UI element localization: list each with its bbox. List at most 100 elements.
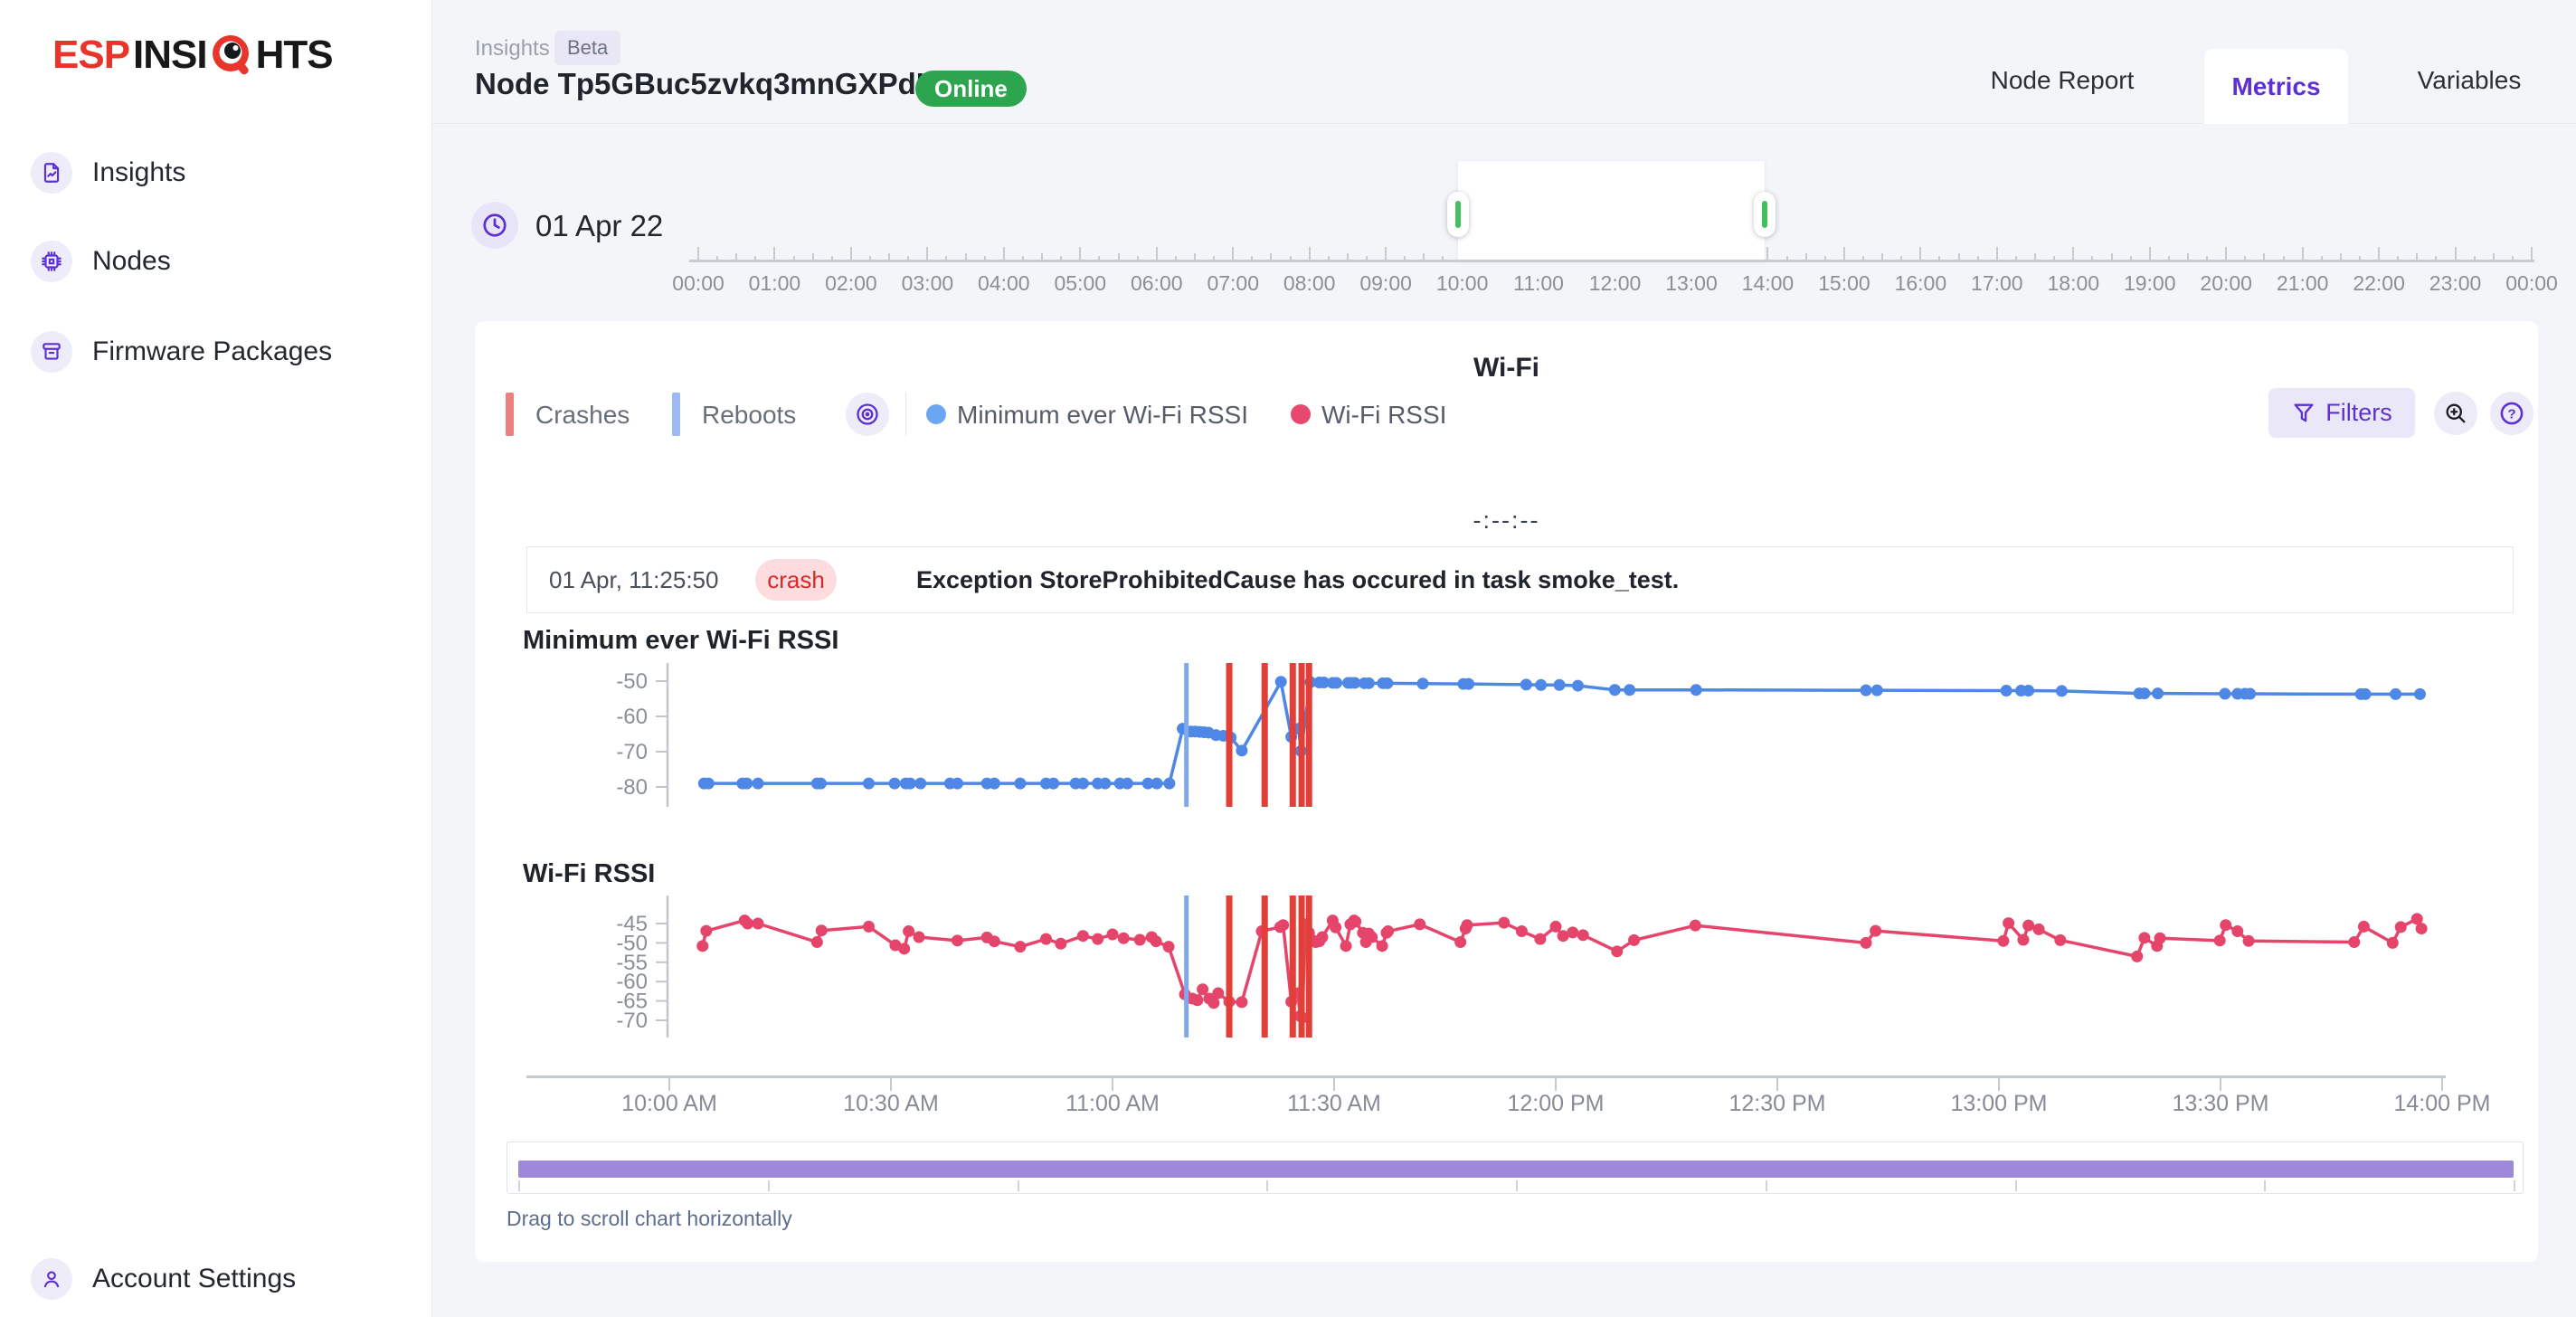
data-point	[1122, 778, 1133, 790]
status-badge: Online	[915, 71, 1027, 107]
scrollbar-tick	[1516, 1180, 1518, 1191]
x-axis-tick	[1333, 1078, 1335, 1091]
data-point	[1163, 941, 1175, 952]
sidebar-item-label: Nodes	[92, 246, 171, 277]
timeline-hour-tick	[2378, 247, 2380, 261]
y-tick-label: -50	[616, 669, 648, 694]
timeline-hour-tick	[773, 247, 775, 261]
app-logo[interactable]: ESP INSI HTS	[52, 33, 333, 78]
data-point	[1535, 679, 1547, 691]
data-point	[1534, 933, 1546, 945]
data-point	[1624, 684, 1635, 696]
data-point	[989, 935, 1000, 947]
funnel-icon	[2291, 401, 2316, 426]
timeline-selection-brush[interactable]	[1458, 161, 1765, 261]
data-point	[2017, 933, 2029, 945]
data-point	[1077, 930, 1089, 942]
timeline-hour-label: 11:00	[1498, 271, 1579, 296]
data-point	[2360, 688, 2372, 700]
tab-node-report[interactable]: Node Report	[1972, 62, 2153, 99]
x-axis-tick	[2441, 1078, 2443, 1091]
zoom-in-button[interactable]	[2434, 392, 2477, 435]
chart-scrollbar-track[interactable]	[507, 1142, 2524, 1194]
data-point	[1277, 919, 1289, 931]
legend-reboots[interactable]: Reboots	[702, 401, 796, 430]
timeline-hour-tick	[1156, 247, 1158, 261]
data-point	[2138, 687, 2150, 699]
data-point	[1417, 677, 1429, 689]
data-point	[1014, 941, 1026, 952]
brush-handle-right[interactable]	[1754, 192, 1776, 237]
brush-handle-grip	[1455, 201, 1461, 228]
toggle-events-visibility-button[interactable]	[846, 393, 889, 436]
data-point	[1462, 919, 1473, 931]
legend-series-rssi[interactable]: Wi-Fi RSSI	[1321, 401, 1446, 430]
x-axis-tick	[890, 1078, 892, 1091]
data-point	[2003, 917, 2014, 929]
data-point	[2056, 685, 2068, 696]
data-point	[1014, 778, 1026, 790]
person-icon	[31, 1258, 72, 1300]
timeline-hour-tick	[2149, 247, 2151, 261]
scrollbar-tick	[2264, 1180, 2266, 1191]
timeline-hour-label: 17:00	[1956, 271, 2038, 296]
brush-handle-left[interactable]	[1447, 192, 1469, 237]
timeline-hour-label: 00:00	[2491, 271, 2572, 296]
data-point	[1151, 778, 1163, 790]
x-axis-tick	[1776, 1078, 1778, 1091]
timeline-hour-label: 00:00	[658, 271, 739, 296]
legend-series-min-rssi[interactable]: Minimum ever Wi-Fi RSSI	[957, 401, 1248, 430]
breadcrumb[interactable]: Insights	[475, 36, 550, 62]
tab-variables[interactable]: Variables	[2388, 62, 2551, 99]
scrollbar-tick	[768, 1180, 770, 1191]
series-dot-rssi	[1291, 404, 1311, 424]
sidebar-item-account-settings[interactable]: Account Settings	[31, 1257, 296, 1301]
timeline-hour-label: 21:00	[2262, 271, 2344, 296]
timeline-hour-tick	[1766, 247, 1768, 261]
sidebar-item-firmware-packages[interactable]: Firmware Packages	[31, 330, 332, 374]
data-point	[1236, 744, 1247, 756]
data-point	[1454, 936, 1466, 948]
data-point	[2219, 688, 2230, 700]
x-axis-label: 14:00 PM	[2379, 1091, 2505, 1117]
data-point	[1363, 677, 1375, 689]
timeline-hour-label: 08:00	[1269, 271, 1350, 296]
chart-scrollbar-thumb[interactable]	[518, 1161, 2514, 1178]
data-point	[815, 778, 827, 790]
data-point	[1997, 935, 2009, 947]
x-axis-tick	[668, 1078, 670, 1091]
tab-metrics[interactable]: Metrics	[2204, 49, 2348, 124]
data-point	[2387, 937, 2399, 949]
timeline-hour-label: 19:00	[2109, 271, 2191, 296]
sidebar-item-nodes[interactable]: Nodes	[31, 240, 171, 283]
timeline-hour-tick	[1079, 247, 1081, 261]
data-point	[1366, 931, 1378, 943]
data-point	[952, 934, 963, 946]
data-point	[753, 918, 764, 930]
sidebar-item-insights[interactable]: Insights	[31, 151, 185, 194]
data-point	[1577, 929, 1589, 941]
data-point	[863, 778, 875, 790]
timeline-hour-label: 06:00	[1116, 271, 1198, 296]
data-point	[741, 778, 753, 790]
data-point	[2358, 921, 2370, 933]
y-tick-label: -80	[616, 775, 648, 800]
filters-button[interactable]: Filters	[2268, 388, 2415, 438]
data-point	[2395, 921, 2407, 933]
scrollbar-tick	[1266, 1180, 1268, 1191]
chip-icon	[31, 241, 72, 282]
legend-crashes[interactable]: Crashes	[535, 401, 630, 430]
timeline-hour-label: 18:00	[2032, 271, 2114, 296]
scrollbar-tick	[2015, 1180, 2017, 1191]
data-point	[1236, 996, 1247, 1008]
archive-box-icon	[31, 331, 72, 373]
hover-time-placeholder: -:--:--	[475, 507, 2538, 535]
event-row[interactable]: 01 Apr, 11:25:50 crash Exception StorePr…	[526, 546, 2514, 613]
data-point	[989, 778, 1000, 790]
data-point	[1331, 677, 1342, 688]
timeline-hour-label: 02:00	[810, 271, 892, 296]
chart-min-ever-wifi-rssi[interactable]: -50-60-70-80	[475, 624, 2546, 832]
data-point	[2390, 688, 2401, 700]
help-button[interactable]: ?	[2490, 392, 2533, 435]
chart-wifi-rssi[interactable]: -45-50-55-60-65-70	[475, 859, 2546, 1073]
